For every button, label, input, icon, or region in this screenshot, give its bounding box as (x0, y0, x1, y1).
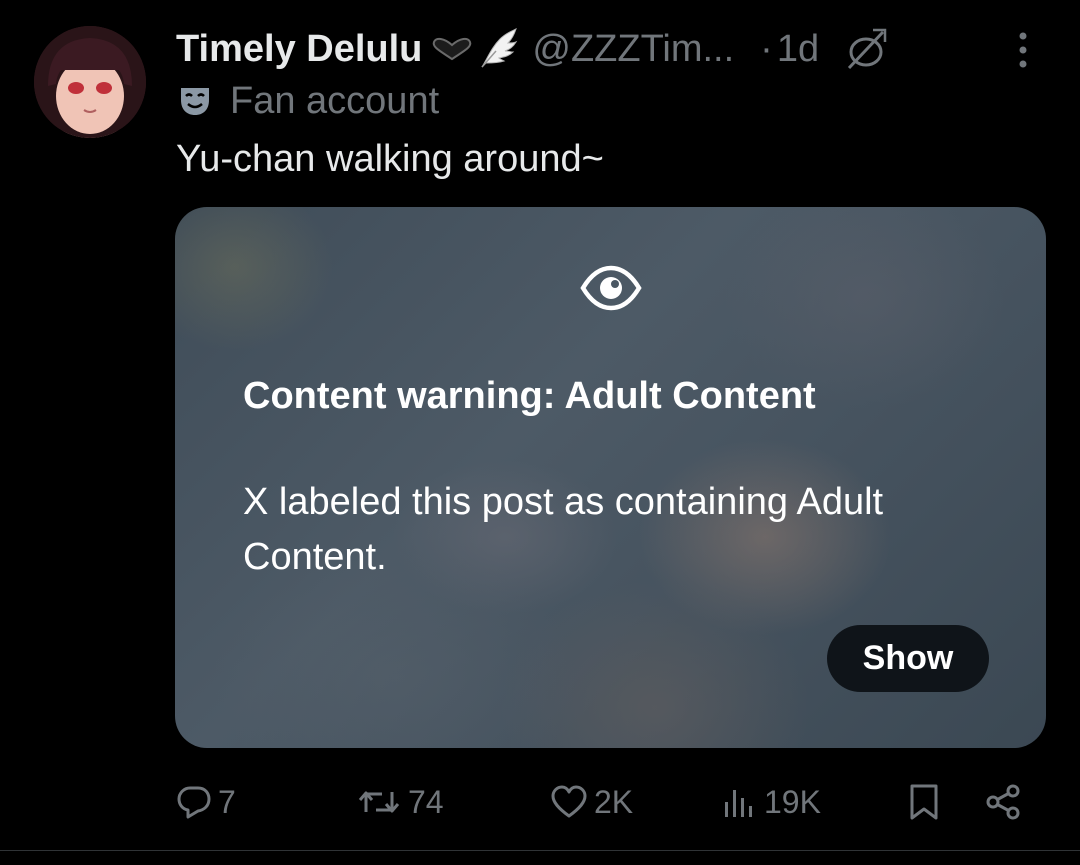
reply-count: 7 (218, 783, 236, 820)
wing-icon (478, 27, 518, 71)
warning-title: Content warning: Adult Content (243, 375, 816, 417)
like-count: 2K (594, 783, 634, 820)
tweet-text: Yu-chan walking around~ (176, 138, 604, 180)
share-button[interactable] (984, 770, 1022, 834)
share-icon (984, 783, 1022, 821)
timestamp[interactable]: 1d (777, 28, 819, 71)
more-icon[interactable] (1010, 30, 1036, 70)
reply-icon (176, 784, 212, 820)
null-icon (843, 26, 889, 72)
views-button[interactable]: 19K (722, 770, 821, 834)
views-icon (722, 784, 758, 820)
like-icon (550, 784, 588, 820)
show-button[interactable]: Show (827, 625, 989, 692)
avatar[interactable] (34, 26, 146, 138)
author-name[interactable]: Timely Delulu (176, 28, 422, 71)
account-label: Fan account (178, 78, 439, 124)
reply-button[interactable]: 7 (176, 770, 236, 834)
repost-button[interactable]: 74 (356, 770, 444, 834)
author-handle[interactable]: @ZZZTim... (532, 28, 734, 71)
views-count: 19K (764, 783, 821, 820)
repost-count: 74 (408, 783, 444, 820)
mask-icon (178, 84, 212, 118)
like-button[interactable]: 2K (550, 770, 633, 834)
divider (0, 850, 1080, 851)
separator-dot: · (760, 27, 773, 70)
bookmark-button[interactable] (906, 770, 942, 834)
eye-icon (580, 265, 642, 311)
bookmark-icon (906, 782, 942, 822)
repost-icon (356, 784, 402, 820)
action-bar: 7 74 2K 19K (0, 770, 1080, 834)
heart-icon (430, 37, 474, 61)
tweet-header: Timely Delulu @ZZZTim... · 1d (176, 24, 889, 74)
media-content-warning[interactable]: Content warning: Adult Content X labeled… (175, 207, 1046, 748)
warning-body: X labeled this post as containing Adult … (243, 481, 884, 578)
account-label-text: Fan account (230, 79, 440, 122)
